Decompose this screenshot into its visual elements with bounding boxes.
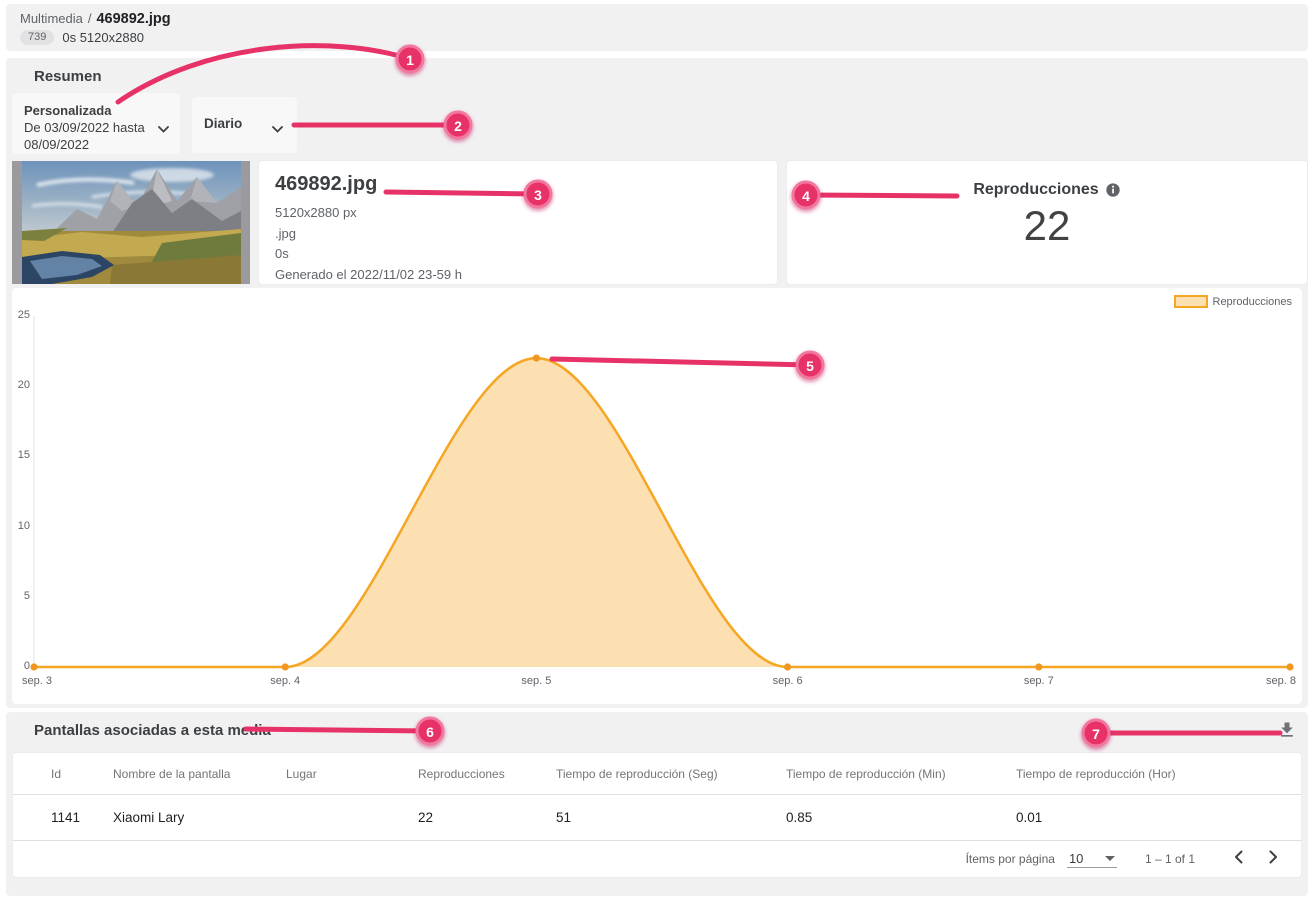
media-meta-text: 0s 5120x2880 — [62, 30, 144, 45]
legend-swatch-icon — [1174, 295, 1208, 308]
table-cell: Xiaomi Lary — [113, 795, 286, 841]
table-header-cell: Id — [13, 753, 113, 795]
y-axis-tick: 10 — [12, 520, 30, 532]
table-cell: 0.01 — [1016, 795, 1301, 841]
dropdown-arrow-icon — [1105, 856, 1115, 861]
y-axis-tick: 20 — [12, 379, 30, 391]
id-badge: 739 — [20, 30, 54, 45]
chart-data-point[interactable] — [1286, 663, 1293, 670]
chevron-down-icon — [158, 120, 169, 137]
resumen-title: Resumen — [34, 68, 102, 85]
chart-data-point[interactable] — [784, 663, 791, 670]
media-meta-row: 739 0s 5120x2880 — [20, 30, 144, 45]
breadcrumb-item-multimedia[interactable]: Multimedia — [20, 11, 83, 26]
media-detail-generated: Generado el 2022/11/02 23-59 h — [275, 265, 761, 286]
table-cell: 51 — [556, 795, 786, 841]
media-title: 469892.jpg — [275, 173, 761, 196]
table-header-cell: Tiempo de reproducción (Hor) — [1016, 753, 1301, 795]
y-axis-tick: 0 — [12, 660, 30, 672]
x-axis-label: sep. 8 — [1266, 675, 1296, 687]
chart-data-point[interactable] — [533, 355, 540, 362]
items-per-page-value: 10 — [1069, 851, 1083, 866]
pagination: Ítems por página 10 1 – 1 of 1 — [13, 840, 1301, 877]
x-axis-label: sep. 3 — [22, 675, 52, 687]
download-button[interactable] — [1274, 718, 1300, 744]
table-cell: 22 — [418, 795, 556, 841]
chart-plot[interactable] — [12, 288, 1302, 704]
stats-title: Reproducciones — [787, 181, 1307, 199]
table-header-cell: Nombre de la pantalla — [113, 753, 286, 795]
breadcrumb-current: 469892.jpg — [96, 11, 170, 27]
table-cell — [286, 795, 418, 841]
table-header-cell: Lugar — [286, 753, 418, 795]
chevron-right-icon — [1261, 845, 1285, 869]
header-panel: Multimedia / 469892.jpg 739 0s 5120x2880 — [6, 4, 1308, 51]
chart-data-point[interactable] — [282, 663, 289, 670]
chart-data-point[interactable] — [30, 663, 37, 670]
screens-table: IdNombre de la pantallaLugarReproduccion… — [13, 753, 1301, 841]
table-header-cell: Tiempo de reproducción (Min) — [786, 753, 1016, 795]
media-detail-dimensions: 5120x2880 px — [275, 203, 761, 224]
date-range-label: Personalizada — [24, 102, 154, 119]
prev-page-button[interactable] — [1225, 845, 1253, 873]
download-icon — [1277, 720, 1297, 740]
items-per-page-label: Ítems por página — [966, 852, 1055, 866]
table-cell: 0.85 — [786, 795, 1016, 841]
next-page-button[interactable] — [1259, 845, 1287, 873]
screens-title: Pantallas asociadas a esta media — [34, 722, 271, 739]
stats-card: Reproducciones 22 — [786, 160, 1308, 285]
page-range-label: 1 – 1 of 1 — [1145, 852, 1195, 866]
table-row[interactable]: 1141Xiaomi Lary 22510.850.01 — [13, 795, 1301, 841]
breadcrumb-separator: / — [88, 11, 92, 26]
media-detail-extension: .jpg — [275, 224, 761, 245]
media-detail-duration: 0s — [275, 244, 761, 265]
date-range-line2: 08/09/2022 — [24, 136, 154, 153]
media-thumbnail — [12, 161, 250, 284]
table-cell: 1141 — [13, 795, 113, 841]
table-header-cell: Reproducciones — [418, 753, 556, 795]
date-range-select[interactable]: Personalizada De 03/09/2022 hasta 08/09/… — [12, 93, 180, 154]
chart-card: Reproducciones 0 5 10 15 20 25 sep. 3 sep. 4 se… — [12, 288, 1302, 704]
y-axis-tick: 25 — [12, 309, 30, 321]
chevron-left-icon — [1227, 845, 1251, 869]
date-range-line1: De 03/09/2022 hasta — [24, 119, 154, 136]
screens-table-card: IdNombre de la pantallaLugarReproduccion… — [12, 752, 1302, 878]
media-thumbnail-image — [22, 161, 241, 284]
x-axis-label: sep. 5 — [521, 675, 551, 687]
table-header-cell: Tiempo de reproducción (Seg) — [556, 753, 786, 795]
legend-label: Reproducciones — [1213, 296, 1293, 308]
y-axis-tick: 5 — [12, 590, 30, 602]
info-icon[interactable] — [1105, 182, 1121, 198]
chevron-down-icon — [272, 121, 283, 136]
stats-title-label: Reproducciones — [973, 181, 1098, 199]
period-select[interactable]: Diario — [192, 97, 297, 153]
breadcrumb: Multimedia / 469892.jpg — [20, 11, 171, 27]
table-header: IdNombre de la pantallaLugarReproduccion… — [13, 753, 1301, 795]
x-axis-label: sep. 7 — [1024, 675, 1054, 687]
y-axis-tick: 15 — [12, 449, 30, 461]
chart-data-point[interactable] — [1035, 663, 1042, 670]
period-select-value: Diario — [204, 116, 242, 131]
items-per-page-select[interactable]: 10 — [1067, 850, 1117, 868]
chart-legend[interactable]: Reproducciones — [1174, 295, 1293, 308]
x-axis-label: sep. 4 — [270, 675, 300, 687]
x-axis-label: sep. 6 — [773, 675, 803, 687]
media-info-card: 469892.jpg 5120x2880 px .jpg 0s Generado… — [258, 160, 778, 285]
stats-value: 22 — [787, 203, 1307, 249]
